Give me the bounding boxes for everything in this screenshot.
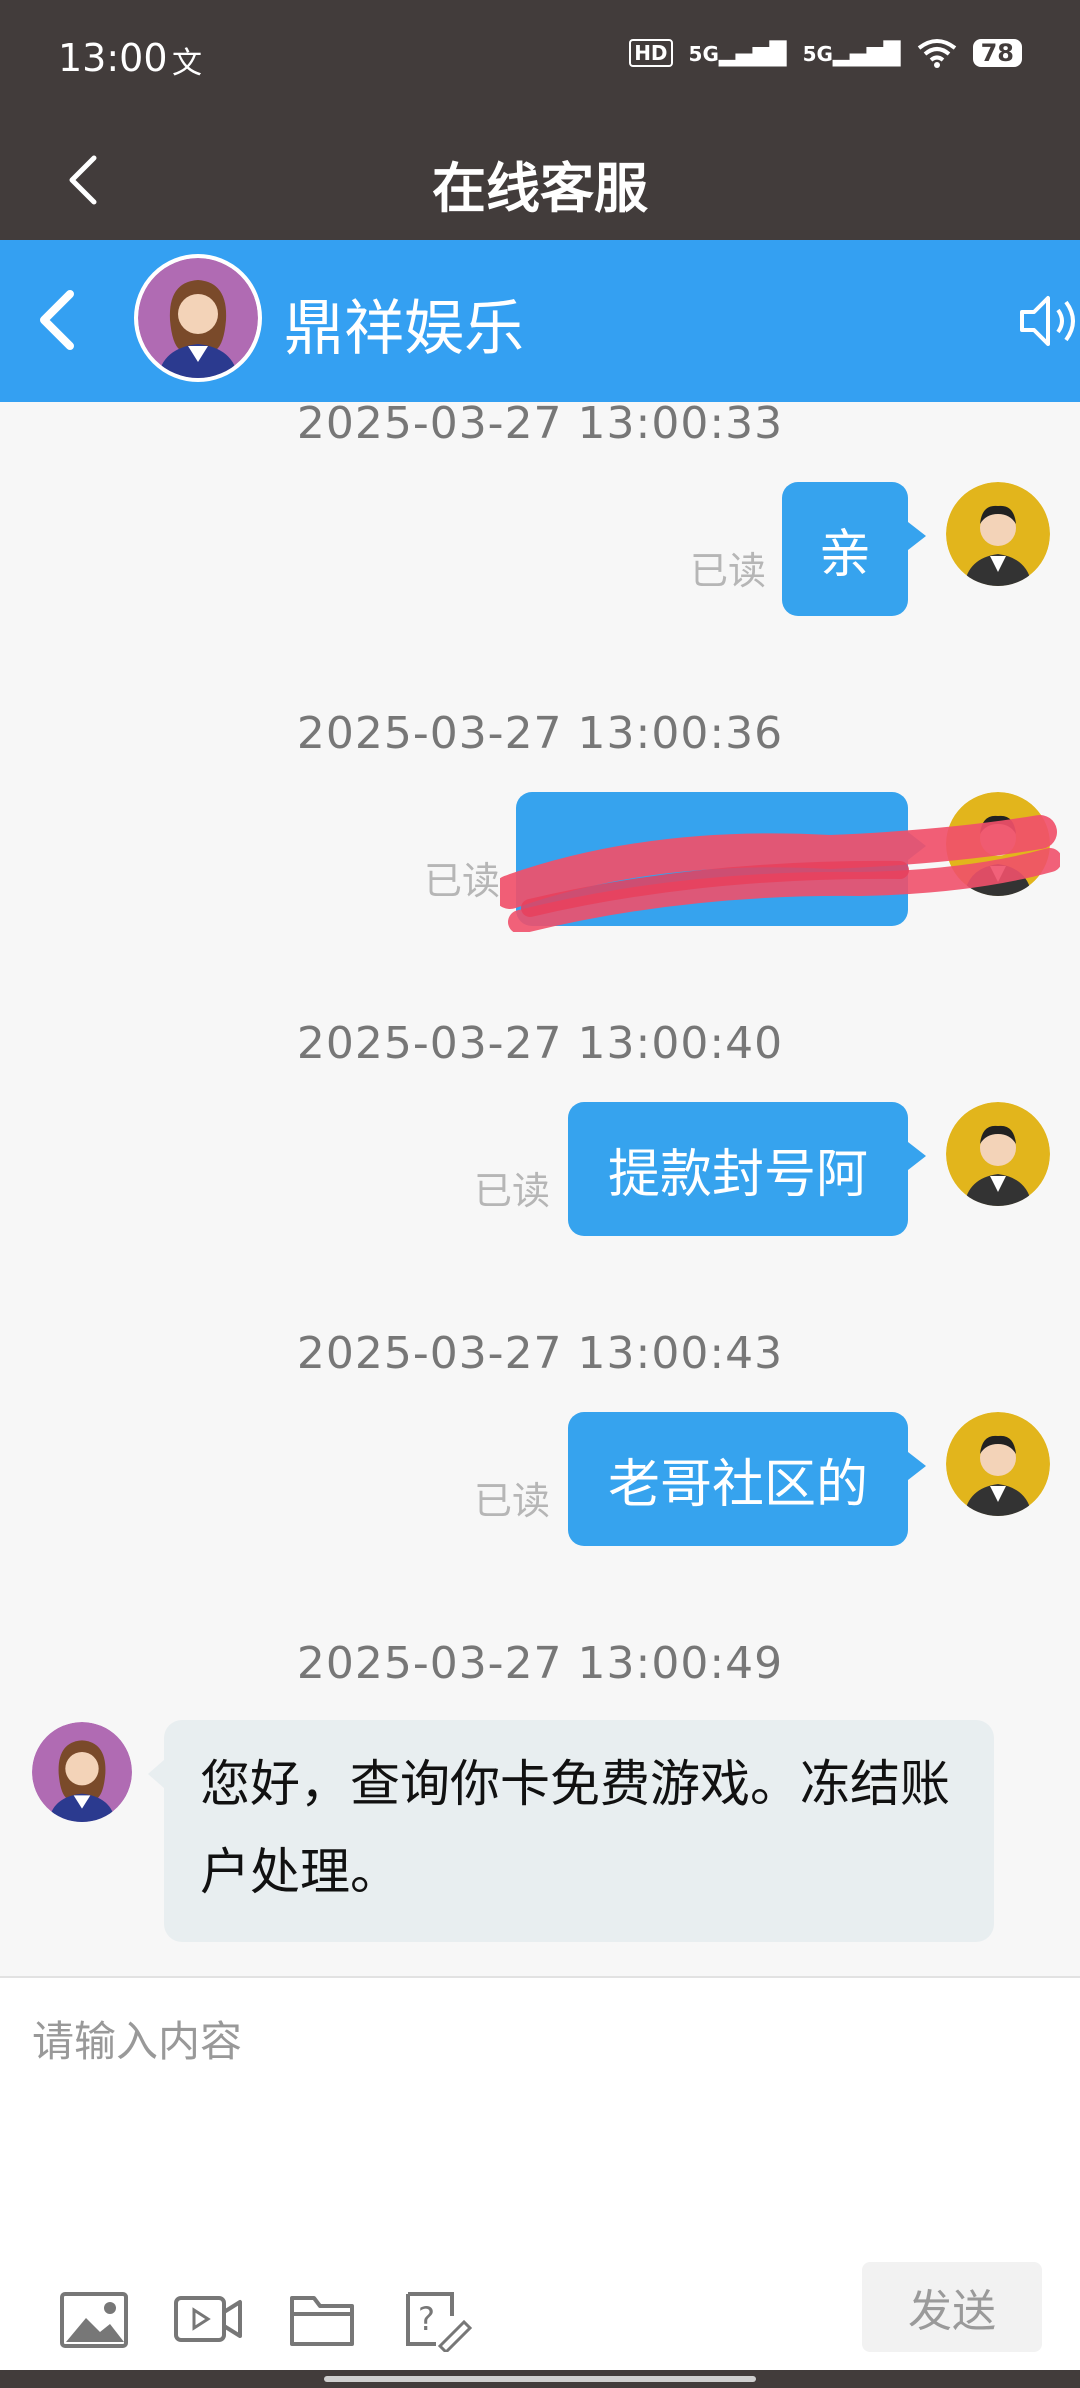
status-icons: HD 5G▂▄▆█ 5G▂▄▆█ 78 <box>629 38 1022 68</box>
message-text: 亲 <box>818 524 871 585</box>
signal-icon: ▂▄▆█ <box>832 42 901 67</box>
network-5g-1: 5G▂▄▆█ <box>688 42 787 67</box>
redaction-scribble <box>500 815 1060 932</box>
message-text: 您好，查询你卡免费游戏。冻结账户处理。 <box>200 1755 950 1901</box>
network-5g-2: 5G▂▄▆█ <box>802 42 901 67</box>
contact-name: 鼎祥娱乐 <box>284 294 524 364</box>
user-avatar[interactable] <box>946 482 1050 586</box>
message-input[interactable]: 请输入内容 <box>32 2008 242 2069</box>
question-edit-icon[interactable]: ? <box>400 2286 472 2352</box>
speaker-icon[interactable] <box>1016 288 1080 354</box>
page-title: 在线客服 <box>432 157 648 220</box>
user-avatar[interactable] <box>946 1412 1050 1516</box>
home-indicator-bar <box>0 2370 1080 2388</box>
app-header: 在线客服 <box>0 120 1080 240</box>
message-timestamp: 2025-03-27 13:00:43 <box>296 1328 784 1379</box>
status-time: 13:00 <box>58 36 168 80</box>
send-button[interactable]: 发送 <box>862 2262 1042 2352</box>
composer-toolbar: ? <box>58 2286 472 2352</box>
read-status: 已读 <box>474 1169 551 1213</box>
chat-header: 鼎祥娱乐 <box>0 240 1080 402</box>
message-composer: 请输入内容 ? 发送 <box>0 1976 1080 2372</box>
contact-avatar[interactable] <box>134 254 262 382</box>
read-status: 已读 <box>690 549 767 593</box>
wifi-icon <box>917 39 956 68</box>
video-icon[interactable] <box>172 2286 244 2352</box>
read-status: 已读 <box>474 1479 551 1523</box>
message-bubble-out[interactable]: 提款封号阿 <box>568 1102 926 1236</box>
image-icon[interactable] <box>58 2286 130 2352</box>
chat-back-icon[interactable] <box>26 280 96 360</box>
read-status: 已读 <box>424 859 501 903</box>
agent-avatar[interactable] <box>32 1722 132 1822</box>
hd-indicator: HD <box>629 39 673 67</box>
user-avatar[interactable] <box>946 1102 1050 1206</box>
battery-indicator: 78 <box>972 39 1022 67</box>
status-extra-icon: 文 <box>172 46 202 81</box>
message-timestamp: 2025-03-27 13:00:49 <box>296 1638 784 1689</box>
home-indicator[interactable] <box>324 2376 756 2382</box>
message-timestamp: 2025-03-27 13:00:36 <box>296 708 784 759</box>
message-text: 老哥社区的 <box>607 1454 868 1515</box>
message-bubble-in[interactable]: 您好，查询你卡免费游戏。冻结账户处理。 <box>148 1720 994 1942</box>
folder-icon[interactable] <box>286 2286 358 2352</box>
message-list[interactable]: 2025-03-27 13:00:33 已读 亲 2025-03-27 13:0… <box>0 398 1080 1977</box>
signal-icon: ▂▄▆█ <box>718 42 787 67</box>
message-bubble-out[interactable]: 亲 <box>782 482 926 616</box>
message-timestamp: 2025-03-27 13:00:40 <box>296 1018 784 1069</box>
message-bubble-out[interactable]: 老哥社区的 <box>568 1412 926 1546</box>
status-bar: 13:00 文 HD 5G▂▄▆█ 5G▂▄▆█ 78 <box>0 0 1080 120</box>
message-text: 提款封号阿 <box>607 1144 868 1205</box>
message-timestamp: 2025-03-27 13:00:33 <box>296 398 784 449</box>
svg-text:?: ? <box>418 2300 435 2338</box>
